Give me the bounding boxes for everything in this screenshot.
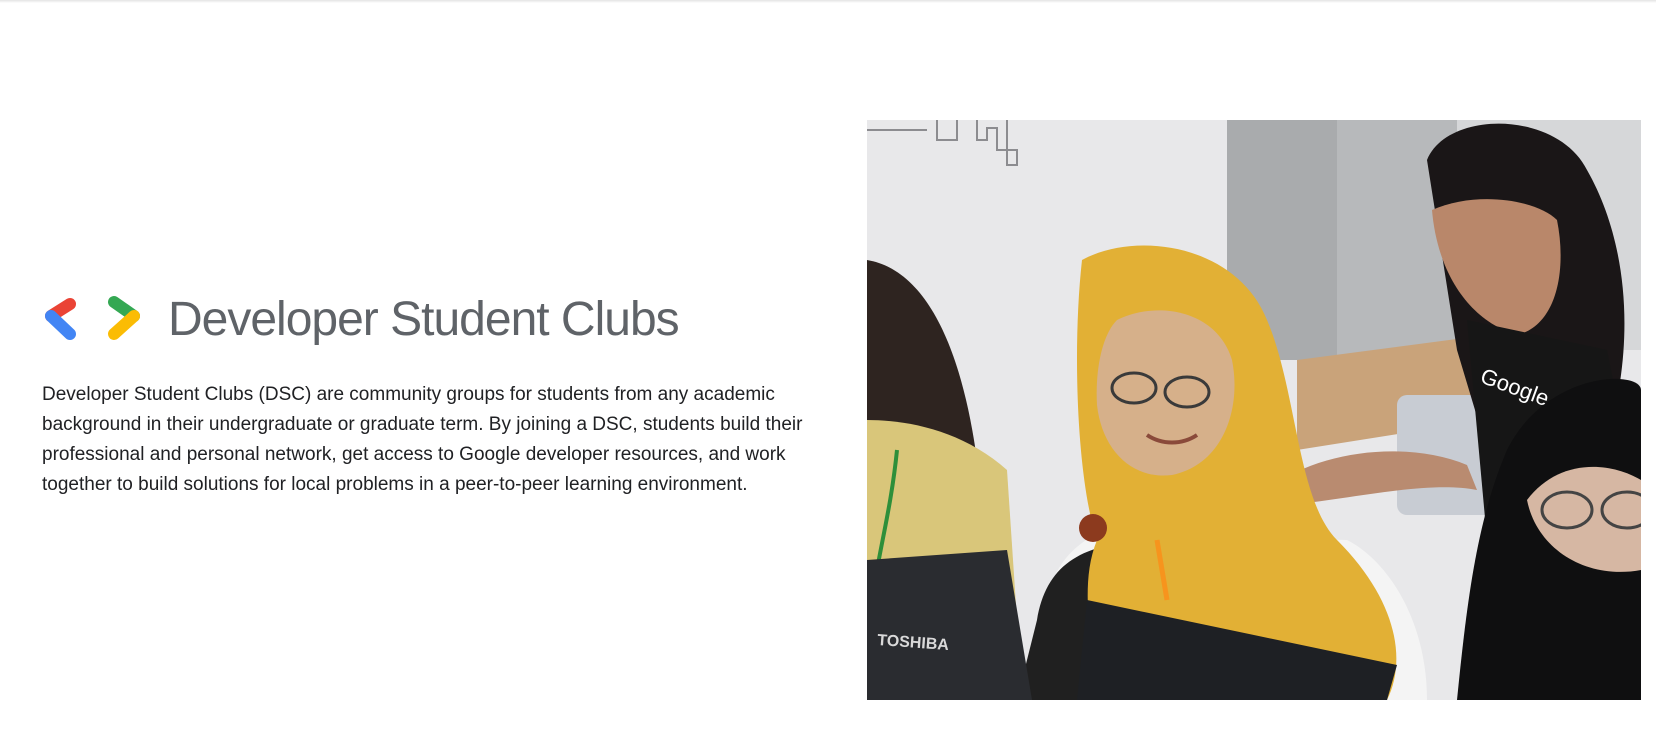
brand-lockup: Developer Student Clubs — [42, 290, 680, 350]
students-photo-illustration: Google TOSHIBA — [867, 120, 1641, 700]
header-shadow — [0, 0, 1656, 3]
brand-name: Developer Student Clubs — [168, 293, 680, 346]
students-photo: Google TOSHIBA — [867, 120, 1641, 700]
dsc-about-section: Developer Student Clubs Developer Studen… — [0, 0, 1656, 736]
dsc-logo-icon — [45, 296, 140, 340]
dsc-description: Developer Student Clubs (DSC) are commun… — [42, 384, 803, 495]
